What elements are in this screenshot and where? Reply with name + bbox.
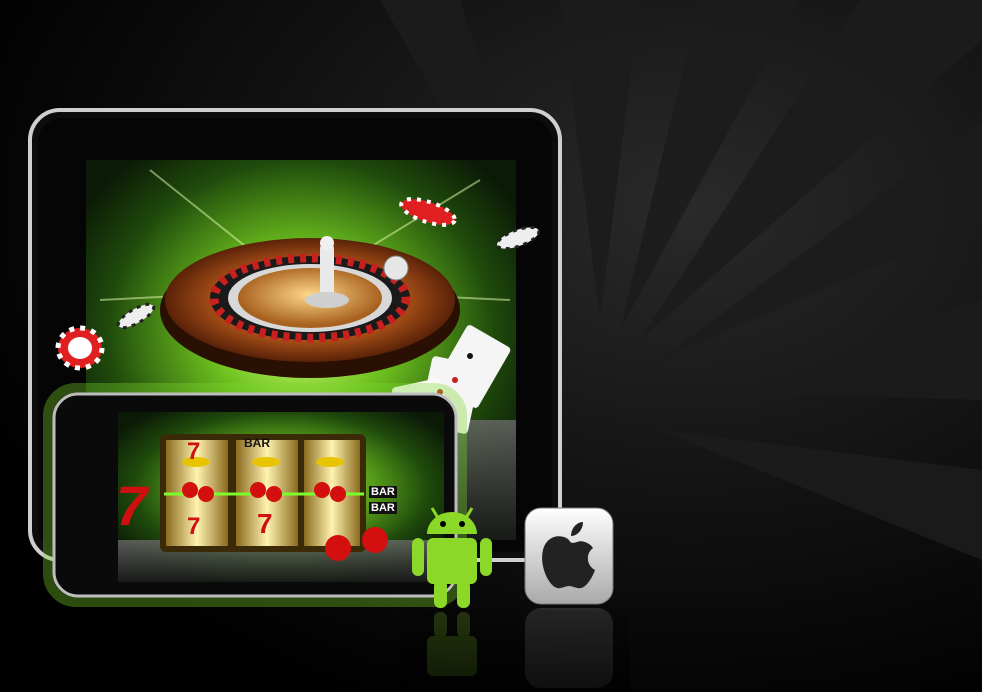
casino-promo-scene: BAR BAR BAR 7 7 7 7 (0, 0, 982, 692)
seven-symbol-reel2: 7 (257, 508, 273, 539)
slot-bar-label-small-top: BAR (369, 486, 397, 498)
roulette-ball-icon (383, 255, 409, 281)
slot-bar-label-small-bottom: BAR (369, 502, 397, 514)
casino-chip-icon (55, 325, 105, 371)
slot-bar-label: BAR (244, 436, 270, 450)
seven-symbol-reel1: 7 (187, 438, 201, 465)
scene-art (28, 0, 982, 692)
seven-symbol-reel1-bottom: 7 (187, 513, 201, 540)
apple-icon (524, 507, 614, 605)
roulette-wheel-icon (160, 236, 460, 378)
seven-symbol: 7 (116, 474, 148, 537)
